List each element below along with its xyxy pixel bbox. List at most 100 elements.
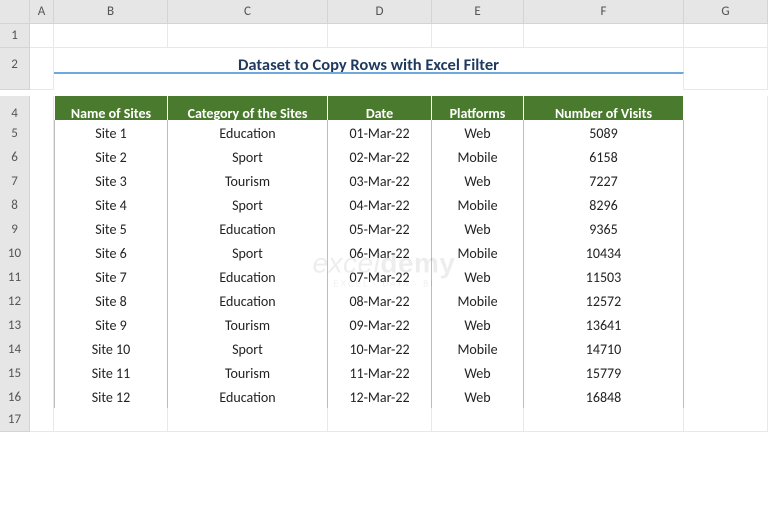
table-row[interactable]: 11-Mar-22 — [328, 360, 432, 387]
row-header-3[interactable]: 3 — [0, 72, 30, 90]
table-row[interactable]: 12-Mar-22 — [328, 384, 432, 411]
table-row[interactable]: Site 1 — [54, 120, 168, 147]
row-header-15[interactable]: 15 — [0, 360, 30, 387]
row-header-14[interactable]: 14 — [0, 336, 30, 363]
cell-B17[interactable] — [54, 408, 168, 432]
cell-C1[interactable] — [168, 24, 328, 48]
cell-G13[interactable] — [684, 312, 768, 339]
cell-F1[interactable] — [524, 24, 684, 48]
table-row[interactable]: Site 6 — [54, 240, 168, 267]
table-row[interactable]: Mobile — [432, 144, 524, 171]
table-row[interactable]: Mobile — [432, 192, 524, 219]
table-row[interactable]: 9365 — [524, 216, 684, 243]
table-row[interactable]: Site 3 — [54, 168, 168, 195]
cell-G1[interactable] — [684, 24, 768, 48]
table-row[interactable]: Education — [168, 288, 328, 315]
row-header-16[interactable]: 16 — [0, 384, 30, 411]
row-header-12[interactable]: 12 — [0, 288, 30, 315]
table-row[interactable]: Education — [168, 384, 328, 411]
cell-F17[interactable] — [524, 408, 684, 432]
cell-G9[interactable] — [684, 216, 768, 243]
table-row[interactable]: Sport — [168, 192, 328, 219]
cell-G17[interactable] — [684, 408, 768, 432]
cell-G8[interactable] — [684, 192, 768, 219]
row-header-13[interactable]: 13 — [0, 312, 30, 339]
cell-E17[interactable] — [432, 408, 524, 432]
table-row[interactable]: Web — [432, 216, 524, 243]
table-row[interactable]: 11503 — [524, 264, 684, 291]
table-row[interactable]: Education — [168, 264, 328, 291]
table-row[interactable]: Web — [432, 312, 524, 339]
col-header-D[interactable]: D — [328, 0, 432, 24]
table-row[interactable]: 08-Mar-22 — [328, 288, 432, 315]
table-row[interactable]: Site 7 — [54, 264, 168, 291]
table-row[interactable]: Mobile — [432, 288, 524, 315]
col-header-B[interactable]: B — [54, 0, 168, 24]
cell-A10[interactable] — [30, 240, 54, 267]
table-row[interactable]: 12572 — [524, 288, 684, 315]
cell-G10[interactable] — [684, 240, 768, 267]
select-all-cell[interactable] — [0, 0, 30, 24]
table-row[interactable]: Tourism — [168, 168, 328, 195]
table-row[interactable]: Web — [432, 360, 524, 387]
cell-D1[interactable] — [328, 24, 432, 48]
table-row[interactable]: Site 5 — [54, 216, 168, 243]
cell-A8[interactable] — [30, 192, 54, 219]
table-row[interactable]: 02-Mar-22 — [328, 144, 432, 171]
row-header-6[interactable]: 6 — [0, 144, 30, 171]
row-header-10[interactable]: 10 — [0, 240, 30, 267]
cell-G7[interactable] — [684, 168, 768, 195]
table-row[interactable]: 8296 — [524, 192, 684, 219]
cell-A5[interactable] — [30, 120, 54, 147]
table-row[interactable]: Sport — [168, 144, 328, 171]
cell-A17[interactable] — [30, 408, 54, 432]
table-row[interactable]: Tourism — [168, 312, 328, 339]
cell-G12[interactable] — [684, 288, 768, 315]
cell-A16[interactable] — [30, 384, 54, 411]
cell-A11[interactable] — [30, 264, 54, 291]
row-header-9[interactable]: 9 — [0, 216, 30, 243]
col-header-A[interactable]: A — [30, 0, 54, 24]
cell-A3[interactable] — [30, 72, 54, 90]
table-row[interactable]: 01-Mar-22 — [328, 120, 432, 147]
table-row[interactable]: 06-Mar-22 — [328, 240, 432, 267]
cell-A9[interactable] — [30, 216, 54, 243]
cell-G6[interactable] — [684, 144, 768, 171]
table-row[interactable]: Sport — [168, 240, 328, 267]
table-row[interactable]: Web — [432, 264, 524, 291]
row-header-17[interactable]: 17 — [0, 408, 30, 432]
cell-A7[interactable] — [30, 168, 54, 195]
cell-G11[interactable] — [684, 264, 768, 291]
col-header-C[interactable]: C — [168, 0, 328, 24]
cell-E1[interactable] — [432, 24, 524, 48]
table-row[interactable]: 14710 — [524, 336, 684, 363]
table-row[interactable]: Education — [168, 120, 328, 147]
row-header-11[interactable]: 11 — [0, 264, 30, 291]
cell-D17[interactable] — [328, 408, 432, 432]
table-row[interactable]: Education — [168, 216, 328, 243]
cell-A1[interactable] — [30, 24, 54, 48]
table-row[interactable]: Site 9 — [54, 312, 168, 339]
table-row[interactable]: 07-Mar-22 — [328, 264, 432, 291]
cell-G5[interactable] — [684, 120, 768, 147]
row-header-8[interactable]: 8 — [0, 192, 30, 219]
cell-A13[interactable] — [30, 312, 54, 339]
table-row[interactable]: 13641 — [524, 312, 684, 339]
table-row[interactable]: Tourism — [168, 360, 328, 387]
cell-A14[interactable] — [30, 336, 54, 363]
col-header-E[interactable]: E — [432, 0, 524, 24]
table-row[interactable]: 16848 — [524, 384, 684, 411]
table-row[interactable]: Web — [432, 120, 524, 147]
table-row[interactable]: 10-Mar-22 — [328, 336, 432, 363]
cell-G3[interactable] — [684, 72, 768, 90]
table-row[interactable]: 15779 — [524, 360, 684, 387]
table-row[interactable]: Web — [432, 168, 524, 195]
table-row[interactable]: 05-Mar-22 — [328, 216, 432, 243]
table-row[interactable]: Site 11 — [54, 360, 168, 387]
table-row[interactable]: Site 8 — [54, 288, 168, 315]
cell-G15[interactable] — [684, 360, 768, 387]
table-row[interactable]: Site 4 — [54, 192, 168, 219]
cell-G16[interactable] — [684, 384, 768, 411]
row-header-1[interactable]: 1 — [0, 24, 30, 48]
cell-A6[interactable] — [30, 144, 54, 171]
